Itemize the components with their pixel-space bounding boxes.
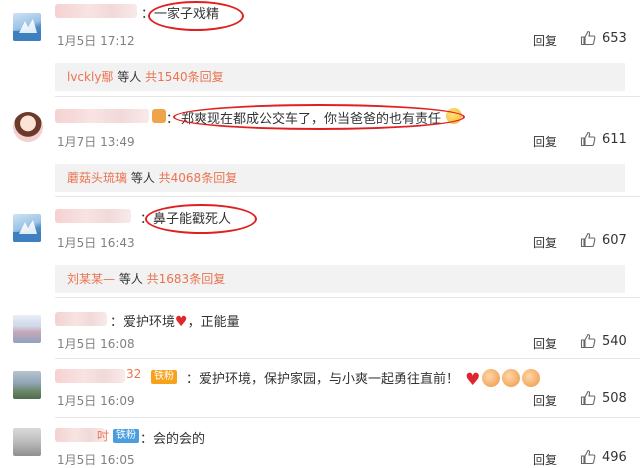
heart-emoji-icon: ♥: [465, 370, 481, 390]
avatar[interactable]: [13, 112, 43, 142]
like-count: 607: [602, 232, 627, 248]
comment-item: ： 郑爽现在都成公交车了，你当爸爸的也有责任 1月7日 13:49 回复 611…: [0, 97, 640, 195]
reply-total-link[interactable]: 共4068条回复: [159, 171, 238, 185]
like-button[interactable]: 508: [580, 390, 627, 406]
like-button[interactable]: 496: [580, 449, 627, 465]
clap-emoji-icon: [502, 369, 521, 387]
fan-badge: 铁粉: [113, 429, 139, 443]
replies-summary[interactable]: lvckly鄢 等人 共1540条回复: [55, 63, 625, 91]
comment-time: 1月5日 16:09: [57, 394, 135, 408]
like-count: 540: [602, 333, 627, 349]
reply-button[interactable]: 回复: [533, 234, 557, 251]
thumbs-up-icon: [580, 232, 596, 248]
clap-emoji-icon: [482, 369, 501, 387]
like-button[interactable]: 607: [580, 232, 627, 248]
comment-time: 1月5日 17:12: [57, 34, 135, 48]
thumbs-up-icon: [580, 390, 596, 406]
comment-text: ：爱护环境，保护家园，与小爽一起勇往直前！ ♥: [186, 368, 541, 390]
comment-time: 1月5日 16:05: [57, 453, 135, 467]
comment-text: ：爱护环境♥，正能量: [110, 311, 240, 330]
username[interactable]: [55, 312, 107, 326]
reply-users[interactable]: lvckly鄢: [67, 70, 113, 84]
replies-summary[interactable]: 蘑菇头琉璃 等人 共4068条回复: [55, 164, 625, 192]
like-count: 653: [602, 30, 627, 46]
fan-badge: 铁粉: [151, 370, 177, 384]
username[interactable]: [55, 369, 125, 383]
thumbs-up-icon: [580, 333, 596, 349]
avatar[interactable]: [13, 214, 41, 242]
like-button[interactable]: 540: [580, 333, 627, 349]
annotation-circle: [173, 104, 465, 130]
comment-time: 1月5日 16:08: [57, 337, 135, 351]
comment-item: ：鼻子能戳死人 1月5日 16:43 回复 607 刘某某— 等人 共1683条…: [0, 197, 640, 293]
comment-text-main: ：爱护环境，保护家园，与小爽一起勇往直前！: [186, 372, 460, 387]
like-count: 611: [602, 131, 627, 147]
reply-button[interactable]: 回复: [533, 32, 557, 49]
clap-emoji-icon: [522, 369, 541, 387]
reply-total-link[interactable]: 共1540条回复: [145, 70, 224, 84]
reply-mid: 等人: [113, 70, 146, 84]
avatar[interactable]: [13, 428, 41, 456]
username[interactable]: [55, 109, 149, 123]
thumbs-up-icon: [580, 30, 596, 46]
comment-text-main: ：爱护环境: [110, 315, 176, 330]
heart-emoji-icon: ♥: [175, 314, 188, 330]
badge-icon: [152, 109, 166, 123]
like-button[interactable]: 653: [580, 30, 627, 46]
comment-item: ：一家子戏精 1月5日 17:12 回复 653 lvckly鄢 等人 共154…: [0, 0, 640, 95]
comment-text-tail: ，正能量: [187, 315, 240, 330]
reply-button[interactable]: 回复: [533, 133, 557, 150]
reply-button[interactable]: 回复: [533, 392, 557, 409]
avatar[interactable]: [13, 315, 41, 343]
comment-time: 1月7日 13:49: [57, 135, 135, 149]
reply-users[interactable]: 刘某某—: [67, 272, 115, 286]
avatar[interactable]: [13, 371, 41, 399]
comment-item: 32 铁粉 ：爱护环境，保护家园，与小爽一起勇往直前！ ♥ 1月5日 16:09…: [0, 359, 640, 419]
replies-summary[interactable]: 刘某某— 等人 共1683条回复: [55, 265, 625, 293]
reply-mid: 等人: [115, 272, 147, 286]
reply-button[interactable]: 回复: [533, 451, 557, 468]
thumbs-up-icon: [580, 449, 596, 465]
reply-button[interactable]: 回复: [533, 335, 557, 352]
username[interactable]: [55, 4, 137, 18]
username-tail: 吋: [97, 429, 110, 443]
reply-mid: 等人: [127, 171, 159, 185]
reply-total-link[interactable]: 共1683条回复: [147, 272, 226, 286]
username[interactable]: [55, 209, 131, 223]
reply-users[interactable]: 蘑菇头琉璃: [67, 171, 127, 185]
comment-item: 吋 铁粉 ：会的会的 1月5日 16:05 回复 496: [0, 418, 640, 468]
annotation-circle: [148, 1, 244, 31]
username-tail: 32: [126, 367, 142, 381]
like-count: 496: [602, 449, 627, 465]
comment-text: ：会的会的: [140, 432, 206, 447]
annotation-circle: [145, 204, 257, 234]
avatar[interactable]: [13, 13, 41, 41]
comment-item: ：爱护环境♥，正能量 1月5日 16:08 回复 540: [0, 298, 640, 358]
like-count: 508: [602, 390, 627, 406]
like-button[interactable]: 611: [580, 131, 627, 147]
thumbs-up-icon: [580, 131, 596, 147]
comment-time: 1月5日 16:43: [57, 236, 135, 250]
